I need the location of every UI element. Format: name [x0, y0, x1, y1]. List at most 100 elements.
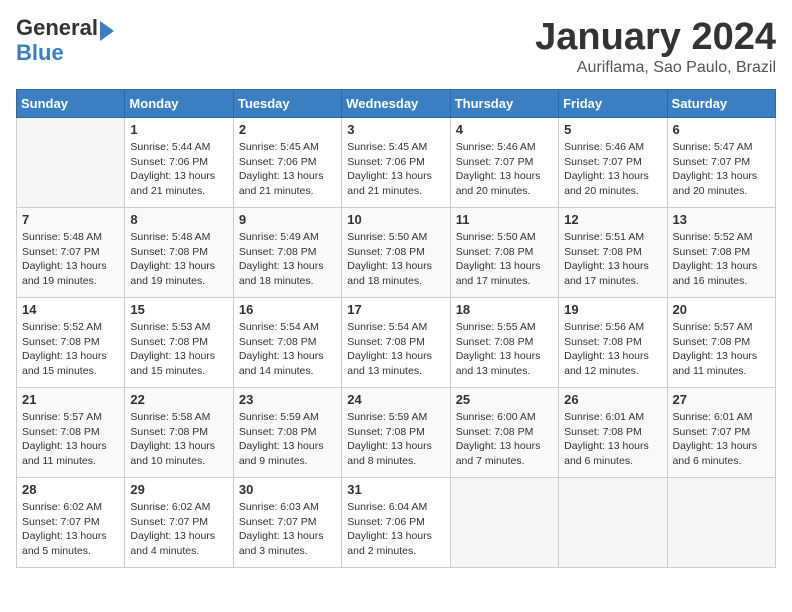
day-cell: 14 Sunrise: 5:52 AM Sunset: 7:08 PM Dayli… — [17, 298, 125, 388]
day-cell: 18Sunrise: 5:55 AM Sunset: 7:08 PM Dayli… — [450, 298, 558, 388]
day-info: Sunrise: 5:52 AM Sunset: 7:08 PM Dayligh… — [22, 320, 119, 379]
day-info: Sunrise: 6:01 AM Sunset: 7:08 PM Dayligh… — [564, 410, 661, 469]
weekday-monday: Monday — [125, 90, 233, 118]
calendar-subtitle: Auriflama, Sao Paulo, Brazil — [535, 59, 776, 77]
day-number: 28 — [22, 482, 119, 497]
week-row-2: 7 Sunrise: 5:48 AM Sunset: 7:07 PM Daylig… — [17, 208, 776, 298]
day-cell: 19 Sunrise: 5:56 AM Sunset: 7:08 PM Dayli… — [559, 298, 667, 388]
day-number: 15 — [130, 302, 227, 317]
day-cell: 5 Sunrise: 5:46 AM Sunset: 7:07 PM Daylig… — [559, 118, 667, 208]
day-info: Sunrise: 5:48 AM Sunset: 7:07 PM Dayligh… — [22, 230, 119, 289]
week-row-4: 21Sunrise: 5:57 AM Sunset: 7:08 PM Dayli… — [17, 388, 776, 478]
day-number: 25 — [456, 392, 553, 407]
day-number: 13 — [673, 212, 770, 227]
day-info: Sunrise: 5:51 AM Sunset: 7:08 PM Dayligh… — [564, 230, 661, 289]
day-info: Sunrise: 5:54 AM Sunset: 7:08 PM Dayligh… — [239, 320, 336, 379]
day-number: 30 — [239, 482, 336, 497]
day-info: Sunrise: 5:52 AM Sunset: 7:08 PM Dayligh… — [673, 230, 770, 289]
logo-arrow-icon — [100, 21, 114, 41]
day-cell: 22Sunrise: 5:58 AM Sunset: 7:08 PM Dayli… — [125, 388, 233, 478]
week-row-3: 14 Sunrise: 5:52 AM Sunset: 7:08 PM Dayli… — [17, 298, 776, 388]
day-cell: 21Sunrise: 5:57 AM Sunset: 7:08 PM Dayli… — [17, 388, 125, 478]
day-cell: 29Sunrise: 6:02 AM Sunset: 7:07 PM Dayli… — [125, 478, 233, 568]
day-info: Sunrise: 5:54 AM Sunset: 7:08 PM Dayligh… — [347, 320, 444, 379]
day-cell: 1Sunrise: 5:44 AM Sunset: 7:06 PM Daylig… — [125, 118, 233, 208]
day-info: Sunrise: 5:56 AM Sunset: 7:08 PM Dayligh… — [564, 320, 661, 379]
day-info: Sunrise: 5:45 AM Sunset: 7:06 PM Dayligh… — [347, 140, 444, 199]
day-number: 16 — [239, 302, 336, 317]
day-number: 7 — [22, 212, 119, 227]
weekday-tuesday: Tuesday — [233, 90, 341, 118]
day-info: Sunrise: 5:59 AM Sunset: 7:08 PM Dayligh… — [239, 410, 336, 469]
day-cell — [667, 478, 775, 568]
day-info: Sunrise: 5:58 AM Sunset: 7:08 PM Dayligh… — [130, 410, 227, 469]
title-block: January 2024 Auriflama, Sao Paulo, Brazi… — [535, 16, 776, 77]
weekday-friday: Friday — [559, 90, 667, 118]
day-cell: 30 Sunrise: 6:03 AM Sunset: 7:07 PM Dayli… — [233, 478, 341, 568]
day-number: 5 — [564, 122, 661, 137]
day-cell: 20 Sunrise: 5:57 AM Sunset: 7:08 PM Dayli… — [667, 298, 775, 388]
day-number: 29 — [130, 482, 227, 497]
day-cell: 10Sunrise: 5:50 AM Sunset: 7:08 PM Dayli… — [342, 208, 450, 298]
calendar-table: SundayMondayTuesdayWednesdayThursdayFrid… — [16, 89, 776, 568]
day-number: 20 — [673, 302, 770, 317]
day-cell: 7 Sunrise: 5:48 AM Sunset: 7:07 PM Daylig… — [17, 208, 125, 298]
day-cell: 3Sunrise: 5:45 AM Sunset: 7:06 PM Daylig… — [342, 118, 450, 208]
weekday-saturday: Saturday — [667, 90, 775, 118]
page-header: General Blue January 2024 Auriflama, Sao… — [16, 16, 776, 77]
weekday-wednesday: Wednesday — [342, 90, 450, 118]
day-cell: 17 Sunrise: 5:54 AM Sunset: 7:08 PM Dayli… — [342, 298, 450, 388]
day-number: 19 — [564, 302, 661, 317]
logo-general-text: General — [16, 15, 98, 40]
day-number: 24 — [347, 392, 444, 407]
calendar-body: 1Sunrise: 5:44 AM Sunset: 7:06 PM Daylig… — [17, 118, 776, 568]
day-number: 11 — [456, 212, 553, 227]
day-cell: 9 Sunrise: 5:49 AM Sunset: 7:08 PM Daylig… — [233, 208, 341, 298]
day-cell: 13 Sunrise: 5:52 AM Sunset: 7:08 PM Dayli… — [667, 208, 775, 298]
day-info: Sunrise: 6:02 AM Sunset: 7:07 PM Dayligh… — [22, 500, 119, 559]
weekday-header-row: SundayMondayTuesdayWednesdayThursdayFrid… — [17, 90, 776, 118]
day-number: 10 — [347, 212, 444, 227]
day-cell: 31Sunrise: 6:04 AM Sunset: 7:06 PM Dayli… — [342, 478, 450, 568]
day-cell: 12 Sunrise: 5:51 AM Sunset: 7:08 PM Dayli… — [559, 208, 667, 298]
day-cell: 8Sunrise: 5:48 AM Sunset: 7:08 PM Daylig… — [125, 208, 233, 298]
day-cell: 23Sunrise: 5:59 AM Sunset: 7:08 PM Dayli… — [233, 388, 341, 478]
day-info: Sunrise: 5:53 AM Sunset: 7:08 PM Dayligh… — [130, 320, 227, 379]
day-info: Sunrise: 6:01 AM Sunset: 7:07 PM Dayligh… — [673, 410, 770, 469]
day-number: 14 — [22, 302, 119, 317]
day-info: Sunrise: 5:46 AM Sunset: 7:07 PM Dayligh… — [456, 140, 553, 199]
day-cell: 25Sunrise: 6:00 AM Sunset: 7:08 PM Dayli… — [450, 388, 558, 478]
day-cell: 16 Sunrise: 5:54 AM Sunset: 7:08 PM Dayli… — [233, 298, 341, 388]
logo: General Blue — [16, 16, 114, 65]
day-cell — [17, 118, 125, 208]
day-number: 12 — [564, 212, 661, 227]
day-cell: 11 Sunrise: 5:50 AM Sunset: 7:08 PM Dayli… — [450, 208, 558, 298]
logo-blue-text: Blue — [16, 40, 64, 65]
day-cell — [450, 478, 558, 568]
day-cell: 4 Sunrise: 5:46 AM Sunset: 7:07 PM Daylig… — [450, 118, 558, 208]
day-info: Sunrise: 5:49 AM Sunset: 7:08 PM Dayligh… — [239, 230, 336, 289]
calendar-header: SundayMondayTuesdayWednesdayThursdayFrid… — [17, 90, 776, 118]
day-cell: 2 Sunrise: 5:45 AM Sunset: 7:06 PM Daylig… — [233, 118, 341, 208]
day-info: Sunrise: 5:46 AM Sunset: 7:07 PM Dayligh… — [564, 140, 661, 199]
day-number: 2 — [239, 122, 336, 137]
day-info: Sunrise: 6:03 AM Sunset: 7:07 PM Dayligh… — [239, 500, 336, 559]
day-number: 21 — [22, 392, 119, 407]
day-cell: 6Sunrise: 5:47 AM Sunset: 7:07 PM Daylig… — [667, 118, 775, 208]
day-number: 17 — [347, 302, 444, 317]
day-info: Sunrise: 5:48 AM Sunset: 7:08 PM Dayligh… — [130, 230, 227, 289]
day-number: 4 — [456, 122, 553, 137]
week-row-1: 1Sunrise: 5:44 AM Sunset: 7:06 PM Daylig… — [17, 118, 776, 208]
day-info: Sunrise: 5:50 AM Sunset: 7:08 PM Dayligh… — [456, 230, 553, 289]
day-number: 6 — [673, 122, 770, 137]
day-cell: 27Sunrise: 6:01 AM Sunset: 7:07 PM Dayli… — [667, 388, 775, 478]
day-info: Sunrise: 5:55 AM Sunset: 7:08 PM Dayligh… — [456, 320, 553, 379]
day-cell — [559, 478, 667, 568]
day-number: 9 — [239, 212, 336, 227]
day-number: 1 — [130, 122, 227, 137]
day-info: Sunrise: 5:57 AM Sunset: 7:08 PM Dayligh… — [673, 320, 770, 379]
day-info: Sunrise: 5:45 AM Sunset: 7:06 PM Dayligh… — [239, 140, 336, 199]
day-number: 31 — [347, 482, 444, 497]
weekday-sunday: Sunday — [17, 90, 125, 118]
day-cell: 24Sunrise: 5:59 AM Sunset: 7:08 PM Dayli… — [342, 388, 450, 478]
